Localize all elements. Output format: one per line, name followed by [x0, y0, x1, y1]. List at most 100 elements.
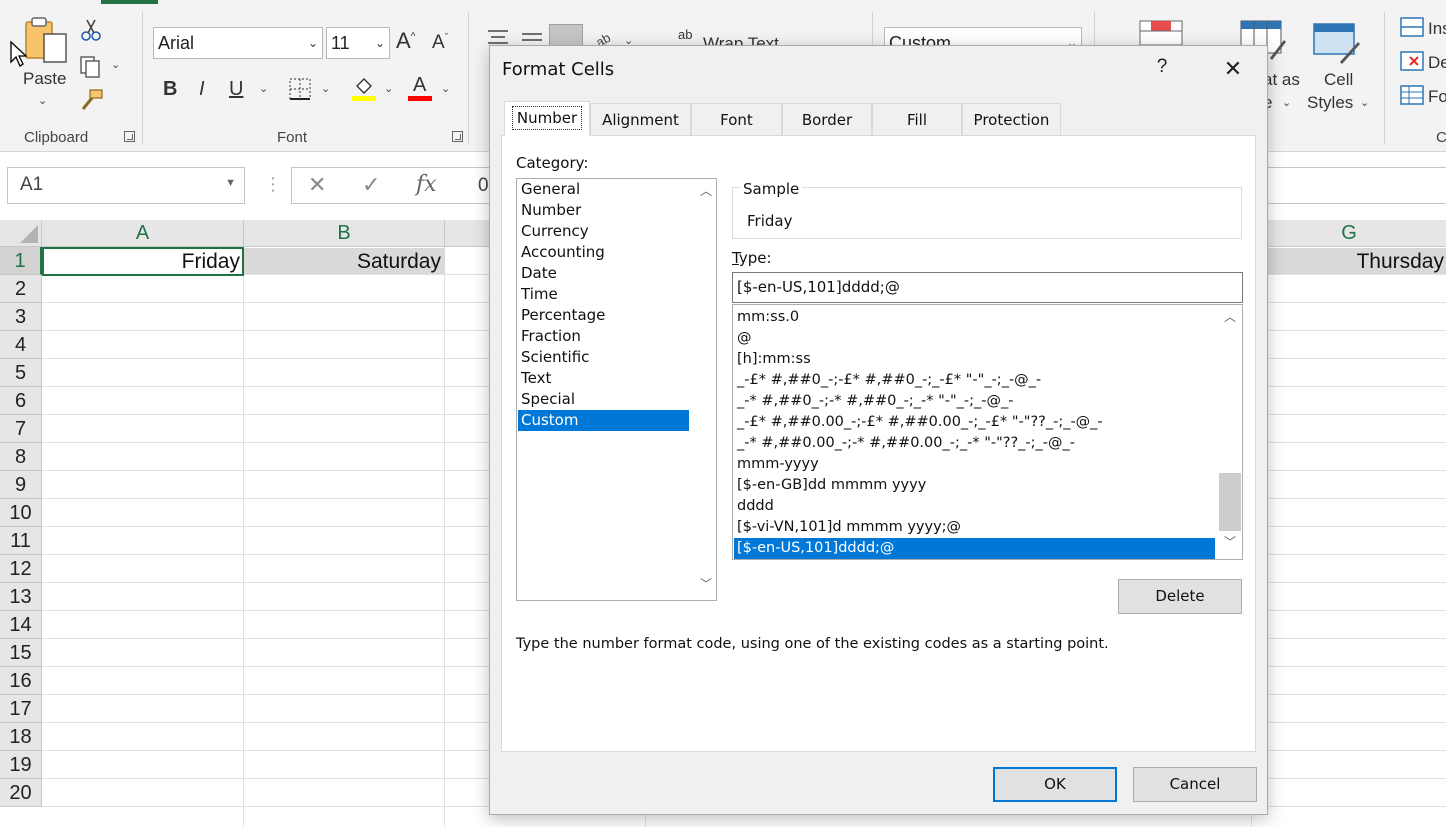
format-code-item[interactable]: [$-en-GB]dd mmmm yyyy: [734, 475, 1215, 496]
category-item[interactable]: General: [518, 179, 689, 200]
cell-styles-button[interactable]: Cell Styles ⌄: [1304, 20, 1370, 116]
category-item[interactable]: Number: [518, 200, 689, 221]
bold-button[interactable]: B: [163, 78, 177, 101]
row-header[interactable]: 13: [0, 583, 42, 611]
name-box[interactable]: A1 ▼: [7, 167, 245, 204]
format-code-item[interactable]: [$-en-US,101]dddd;@: [734, 538, 1215, 559]
category-item[interactable]: Custom: [518, 410, 689, 431]
copy-icon[interactable]: [78, 54, 104, 78]
format-code-item[interactable]: @: [734, 328, 1215, 349]
italic-button[interactable]: I: [199, 78, 205, 101]
font-color-button[interactable]: A: [408, 74, 434, 102]
tab-fill[interactable]: Fill: [872, 103, 962, 135]
scroll-up-icon[interactable]: ︿: [696, 182, 716, 199]
category-list[interactable]: General Number Currency Accounting Date Time P…: [516, 178, 717, 601]
format-code-item[interactable]: _-* #,##0_-;-* #,##0_-;_-* "-"_-;_-@_-: [734, 391, 1215, 412]
row-header[interactable]: 8: [0, 443, 42, 471]
scroll-thumb[interactable]: [1219, 473, 1241, 531]
column-header-g[interactable]: G: [1252, 220, 1446, 247]
clipboard-dialog-launcher-icon[interactable]: [124, 131, 135, 142]
format-code-item[interactable]: _-* #,##0.00_-;-* #,##0.00_-;_-* "-"??_-…: [734, 433, 1215, 454]
font-size-combo[interactable]: 11 ⌄: [326, 27, 390, 59]
row-header[interactable]: 5: [0, 359, 42, 387]
copy-dropdown-chevron-icon[interactable]: ⌄: [111, 58, 120, 71]
delete-button[interactable]: Delete: [1118, 579, 1242, 614]
type-input[interactable]: [$-en-US,101]dddd;@: [732, 272, 1243, 303]
category-item[interactable]: Percentage: [518, 305, 689, 326]
column-header-b[interactable]: B: [244, 220, 445, 247]
borders-icon[interactable]: [288, 77, 312, 101]
name-box-chevron-down-icon[interactable]: ▼: [225, 177, 236, 189]
row-header[interactable]: 1: [0, 247, 42, 275]
row-header[interactable]: 3: [0, 303, 42, 331]
tab-number[interactable]: Number: [504, 101, 590, 136]
row-header[interactable]: 17: [0, 695, 42, 723]
tab-border[interactable]: Border: [782, 103, 872, 135]
row-header[interactable]: 6: [0, 387, 42, 415]
category-item[interactable]: Currency: [518, 221, 689, 242]
ok-button[interactable]: OK: [993, 767, 1117, 802]
insert-function-icon[interactable]: fx: [416, 172, 437, 197]
format-code-list[interactable]: mm:ss.0 @ [h]:mm:ss _-£* #,##0_-;-£* #,##0_…: [732, 304, 1243, 560]
font-dialog-launcher-icon[interactable]: [452, 131, 463, 142]
row-header[interactable]: 14: [0, 611, 42, 639]
category-scrollbar[interactable]: ︿ ﹀: [696, 179, 716, 600]
column-header-c[interactable]: [445, 220, 490, 247]
row-header[interactable]: 19: [0, 751, 42, 779]
format-code-scrollbar[interactable]: ︿ ﹀: [1217, 305, 1242, 559]
row-header[interactable]: 4: [0, 331, 42, 359]
scroll-down-icon[interactable]: ﹀: [1217, 533, 1242, 550]
format-code-item[interactable]: [$-vi-VN,101]d mmmm yyyy;@: [734, 517, 1215, 538]
row-header[interactable]: 9: [0, 471, 42, 499]
fill-color-dropdown-chevron-icon[interactable]: ⌄: [384, 82, 393, 95]
format-code-item[interactable]: _-£* #,##0.00_-;-£* #,##0.00_-;_-£* "-"?…: [734, 412, 1215, 433]
row-header[interactable]: 10: [0, 499, 42, 527]
tab-font[interactable]: Font: [691, 103, 782, 135]
column-header-a[interactable]: A: [42, 220, 244, 247]
format-code-item[interactable]: _-£* #,##0_-;-£* #,##0_-;_-£* "-"_-;_-@_…: [734, 370, 1215, 391]
insert-cells-button[interactable]: Ins: [1400, 16, 1446, 42]
category-item[interactable]: Time: [518, 284, 689, 305]
row-header[interactable]: 20: [0, 779, 42, 807]
row-header[interactable]: 7: [0, 415, 42, 443]
cut-icon[interactable]: [80, 18, 102, 42]
tab-alignment[interactable]: Alignment: [590, 103, 691, 135]
row-header[interactable]: 15: [0, 639, 42, 667]
underline-button[interactable]: U: [229, 78, 243, 101]
category-item[interactable]: Scientific: [518, 347, 689, 368]
format-code-item[interactable]: mmm-yyyy: [734, 454, 1215, 475]
category-item[interactable]: Special: [518, 389, 689, 410]
row-header[interactable]: 11: [0, 527, 42, 555]
row-header[interactable]: 12: [0, 555, 42, 583]
category-item[interactable]: Date: [518, 263, 689, 284]
format-cells-button[interactable]: Fo: [1400, 84, 1446, 110]
select-all-corner[interactable]: [0, 220, 42, 247]
cell-b1[interactable]: Saturday: [244, 248, 441, 276]
font-name-combo[interactable]: Arial ⌄: [153, 27, 323, 59]
category-item[interactable]: Fraction: [518, 326, 689, 347]
scroll-down-icon[interactable]: ﹀: [696, 575, 716, 592]
category-item[interactable]: Accounting: [518, 242, 689, 263]
font-color-dropdown-chevron-icon[interactable]: ⌄: [441, 82, 450, 95]
paste-dropdown-chevron-icon[interactable]: ⌄: [38, 94, 47, 107]
conditional-formatting-icon[interactable]: [1139, 20, 1185, 46]
row-header[interactable]: 18: [0, 723, 42, 751]
borders-dropdown-chevron-icon[interactable]: ⌄: [321, 82, 330, 95]
underline-dropdown-chevron-icon[interactable]: ⌄: [259, 82, 268, 95]
confirm-entry-icon[interactable]: ✓: [362, 172, 380, 198]
format-code-item[interactable]: dddd: [734, 496, 1215, 517]
format-code-item[interactable]: [h]:mm:ss: [734, 349, 1215, 370]
decrease-font-size-button[interactable]: Aˇ: [432, 32, 448, 54]
scroll-up-icon[interactable]: ︿: [1217, 308, 1242, 325]
cell-g1[interactable]: Thursday: [1252, 248, 1444, 276]
row-header[interactable]: 2: [0, 275, 42, 303]
help-button[interactable]: ?: [1142, 56, 1182, 78]
increase-font-size-button[interactable]: A^: [396, 28, 415, 54]
row-header[interactable]: 16: [0, 667, 42, 695]
format-code-item[interactable]: mm:ss.0: [734, 307, 1215, 328]
format-painter-icon[interactable]: [78, 88, 104, 112]
category-item[interactable]: Text: [518, 368, 689, 389]
delete-cells-button[interactable]: De: [1400, 50, 1446, 76]
tab-protection[interactable]: Protection: [962, 103, 1061, 135]
cancel-entry-icon[interactable]: ✕: [308, 172, 326, 198]
